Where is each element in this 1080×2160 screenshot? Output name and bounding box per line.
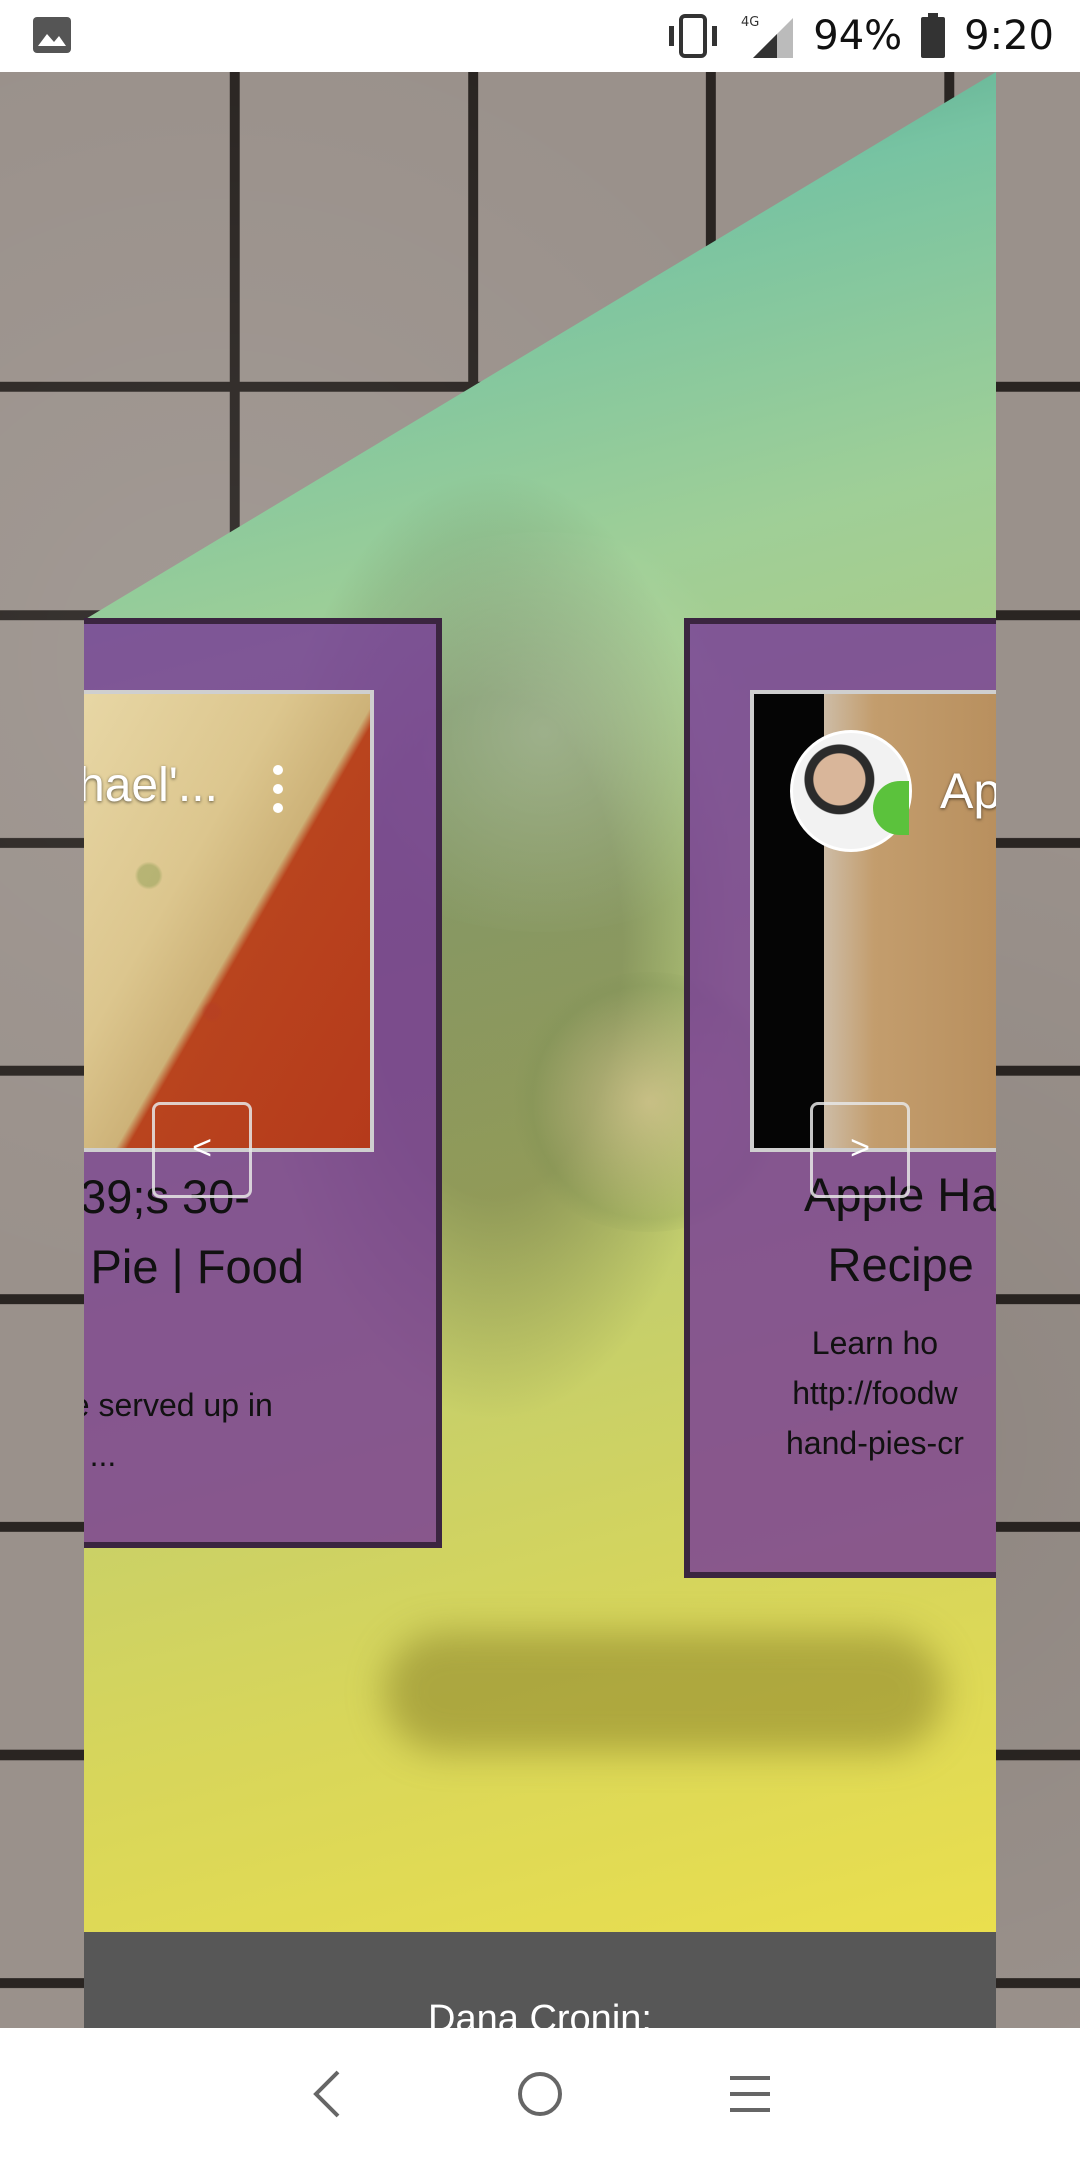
hero-counter-shadow bbox=[384, 1632, 944, 1752]
video-card[interactable]: Ap Apple Ha Recipe Learn ho http://foodw… bbox=[684, 618, 996, 1578]
card-desc-line: http://foodw bbox=[792, 1375, 958, 1411]
svg-text:4G: 4G bbox=[741, 15, 759, 30]
vibrate-icon bbox=[669, 14, 718, 58]
card-desc-line: e: ... bbox=[84, 1437, 117, 1473]
chevron-left-icon: < bbox=[192, 1129, 212, 1167]
clock: 9:20 bbox=[964, 13, 1054, 59]
card-title-line: Recipe bbox=[827, 1238, 974, 1291]
avatar-badge bbox=[873, 781, 909, 835]
footer-credit: Dana Cronin: bbox=[84, 1932, 996, 2040]
thumbnail-title: Ap bbox=[940, 763, 996, 819]
carousel-prev-button[interactable]: < bbox=[152, 1102, 252, 1198]
status-bar: 4G 94% 9:20 bbox=[0, 0, 1080, 72]
battery-percent: 94% bbox=[813, 13, 903, 59]
card-desc-line: pe served up in bbox=[84, 1387, 273, 1423]
channel-avatar bbox=[790, 730, 912, 852]
recipe-carousel[interactable]: chael'... #39;s 30- s Pie | Food pe serv… bbox=[84, 618, 996, 1578]
card-desc-line: hand-pies-cr bbox=[786, 1425, 964, 1461]
video-card[interactable]: chael'... #39;s 30- s Pie | Food pe serv… bbox=[84, 618, 442, 1548]
chevron-right-icon: > bbox=[850, 1129, 870, 1167]
back-icon[interactable] bbox=[300, 2064, 360, 2124]
card-description: pe served up in e: ... bbox=[84, 1380, 273, 1480]
home-icon[interactable] bbox=[510, 2064, 570, 2124]
image-icon bbox=[33, 17, 71, 53]
more-options-icon[interactable] bbox=[266, 762, 290, 816]
signal-icon: 4G bbox=[741, 15, 794, 58]
carousel-next-button[interactable]: > bbox=[810, 1102, 910, 1198]
video-thumbnail[interactable]: chael'... bbox=[84, 690, 374, 1152]
thumbnail-title: chael'... bbox=[84, 759, 218, 812]
video-thumbnail[interactable]: Ap bbox=[750, 690, 996, 1152]
system-navigation-bar bbox=[0, 2028, 1080, 2160]
card-description: Learn ho http://foodw hand-pies-cr bbox=[786, 1318, 964, 1468]
card-title-line: s Pie | Food bbox=[84, 1240, 304, 1293]
menu-icon[interactable] bbox=[720, 2064, 780, 2124]
battery-icon bbox=[921, 13, 946, 58]
card-desc-line: Learn ho bbox=[811, 1325, 939, 1361]
